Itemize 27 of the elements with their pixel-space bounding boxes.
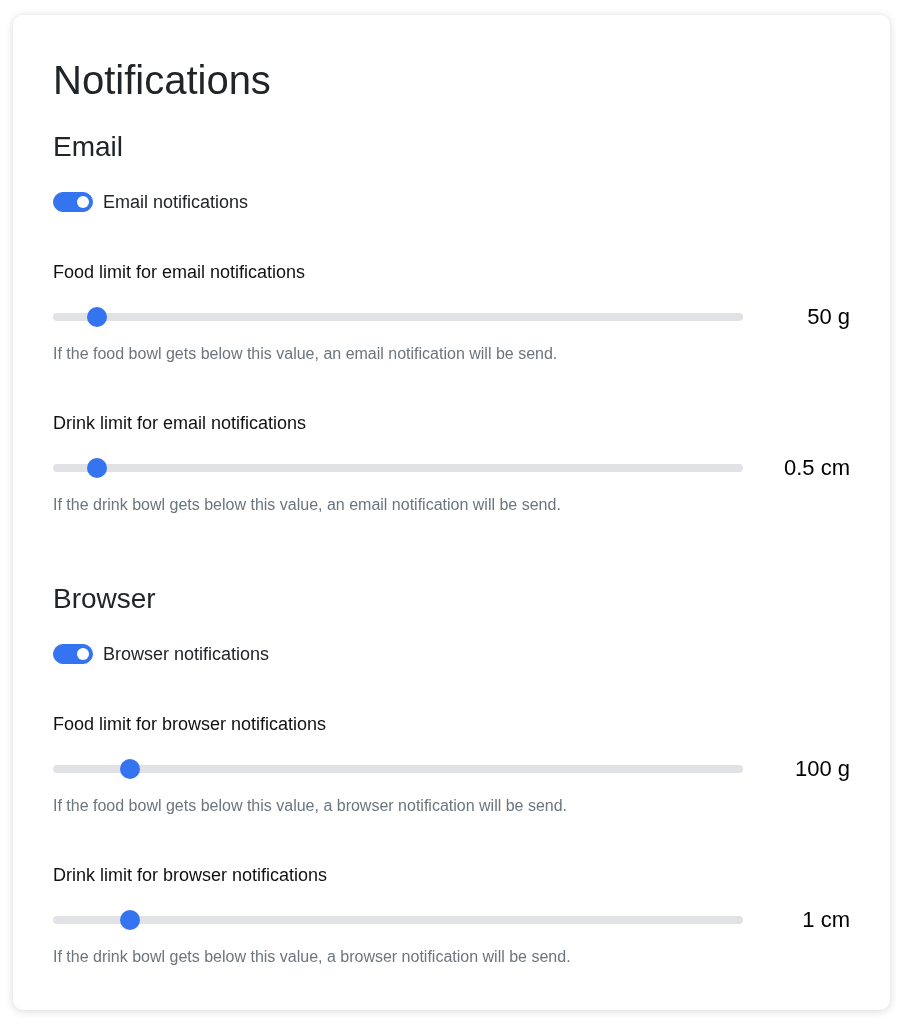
slider-thumb[interactable]	[120, 910, 140, 930]
slider-label: Drink limit for browser notifications	[53, 864, 328, 887]
section-heading: Email	[53, 130, 123, 164]
slider-value: 100 g	[794, 757, 850, 781]
slider[interactable]	[53, 910, 743, 930]
slider-label: Food limit for browser notifications	[53, 713, 327, 736]
help-text: If the drink bowl gets below this value, a browser notification will be send.	[53, 947, 571, 967]
slider-thumb[interactable]	[86, 307, 107, 327]
slider-value: 1 cm	[802, 908, 850, 932]
slider-label: Food limit for email notifications	[53, 261, 306, 284]
slider-value: 50 g	[807, 305, 850, 329]
toggle-switch[interactable]	[53, 192, 93, 212]
slider-label: Drink limit for email notifications	[53, 412, 307, 435]
slider-value: 0.5 cm	[783, 456, 850, 480]
page-title: Notifications	[53, 57, 272, 104]
slider-thumb[interactable]	[120, 759, 140, 779]
section-heading: Browser	[53, 582, 156, 616]
toggle-label[interactable]: Email notifications	[103, 190, 249, 214]
help-text: If the food bowl gets below this value, an email notification will be send.	[53, 344, 558, 364]
slider[interactable]	[53, 458, 743, 478]
slider-thumb[interactable]	[86, 458, 107, 478]
toggle-switch[interactable]	[53, 644, 93, 664]
slider[interactable]	[53, 307, 743, 327]
help-text: If the food bowl gets below this value, a browser notification will be send.	[53, 796, 568, 816]
toggle-label[interactable]: Browser notifications	[103, 642, 270, 666]
slider[interactable]	[53, 759, 743, 779]
help-text: If the drink bowl gets below this value, an email notification will be send.	[53, 495, 561, 515]
